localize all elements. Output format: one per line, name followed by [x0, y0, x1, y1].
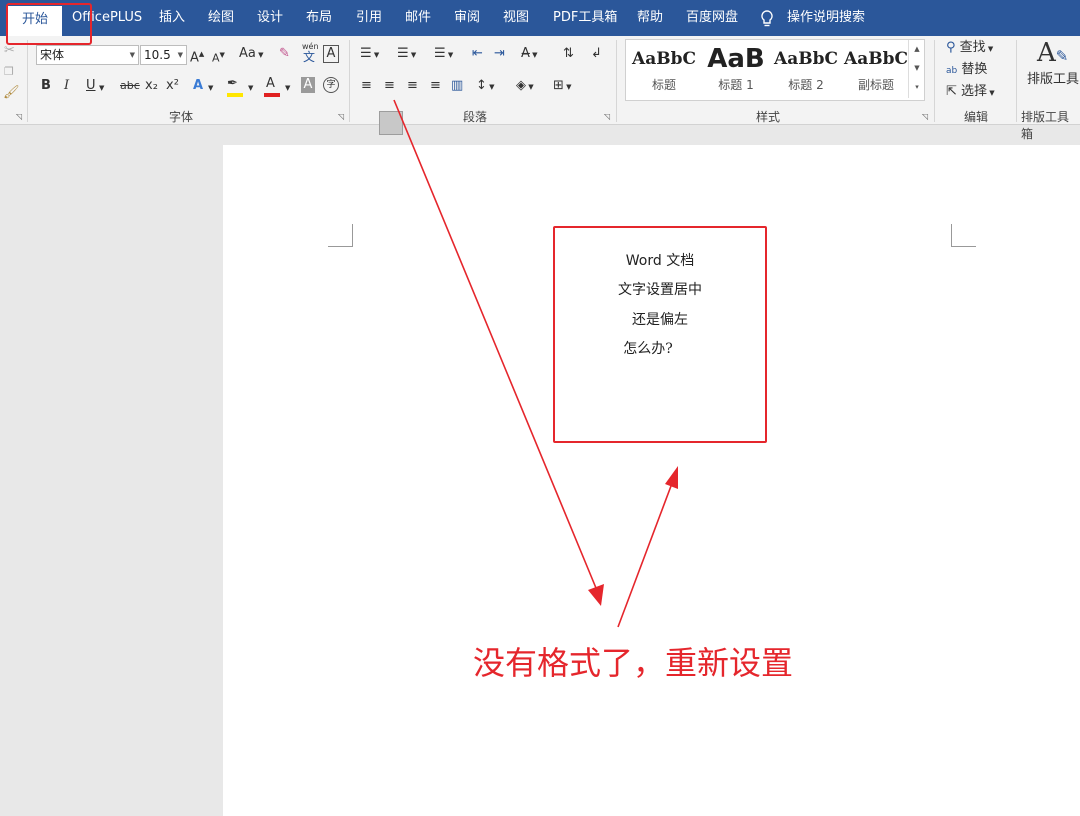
arrow-head-up: [665, 466, 678, 489]
arrow-line-from-center-button: [393, 99, 597, 589]
annotation-text: 没有格式了，重新设置: [473, 644, 794, 682]
annotation-arrows: [393, 99, 678, 628]
arrow-line-to-textbox: [617, 485, 672, 628]
arrow-head-down: [588, 584, 604, 606]
